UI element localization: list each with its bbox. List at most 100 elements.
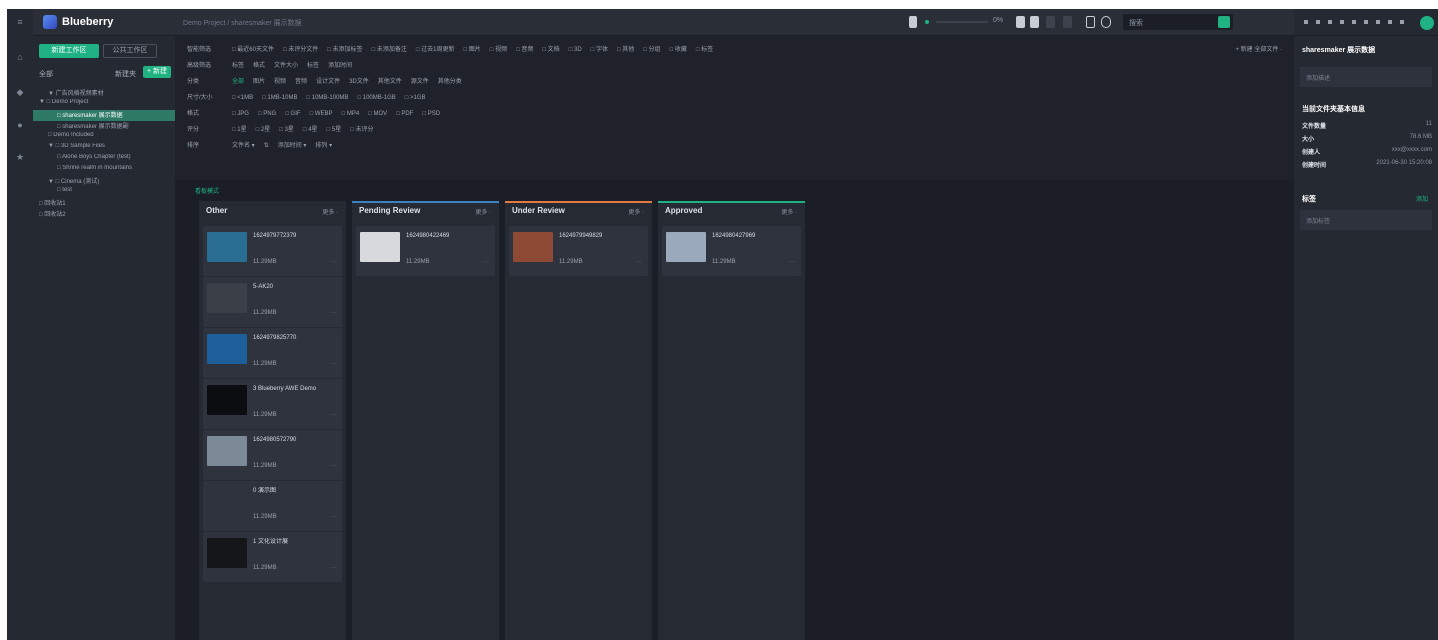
asset-card[interactable]: 5-AK20 11.29MB ··· — [203, 277, 342, 327]
filter-chip[interactable]: □ 未评分 — [350, 124, 373, 133]
asset-card[interactable]: 1624980427969 11.29MB ··· — [662, 226, 801, 276]
search-icon[interactable] — [1218, 16, 1230, 28]
menu-icon[interactable]: ≡ — [7, 17, 33, 27]
more-icon[interactable]: ··· — [636, 259, 642, 265]
more-icon[interactable]: ··· — [330, 514, 336, 520]
filter-chip[interactable]: □ 分组 — [643, 44, 660, 53]
filter-chip[interactable]: □ JPG — [232, 111, 249, 117]
filter-chip[interactable]: □ 5星 — [327, 124, 342, 133]
folder-tree-item[interactable]: □ Shrine realm in mountains — [33, 165, 175, 176]
filter-chip[interactable]: □ 过去1周更新 — [416, 44, 455, 53]
filter-chip[interactable]: □ 视频 — [490, 44, 507, 53]
more-icon[interactable]: ··· — [330, 310, 336, 316]
filter-chip[interactable]: □ 3D — [569, 47, 582, 53]
filter-chip[interactable]: 标签 — [232, 60, 244, 69]
list-view-icon[interactable] — [1030, 16, 1039, 28]
view-options[interactable]: + 新建 全部文件 · — [1235, 44, 1282, 53]
filter-chip[interactable]: □ 音频 — [516, 44, 533, 53]
filter-chip[interactable]: □ 未添加标签 — [327, 44, 362, 53]
tag-input[interactable]: 添加标签 — [1300, 210, 1432, 230]
filter-chip[interactable]: □ <1MB — [232, 95, 253, 101]
public-workspace-button[interactable]: 公共工作区 — [103, 44, 157, 58]
grid-view-icon[interactable] — [1016, 16, 1025, 28]
column-more-button[interactable]: 更多 · — [475, 207, 491, 216]
filter-chip[interactable]: □ 未评分文件 — [283, 44, 318, 53]
filter-chip[interactable]: 格式 — [253, 60, 265, 69]
user-icon[interactable]: ● — [7, 120, 33, 130]
folder-tree-item[interactable]: ▼ 广告风格视频素材 — [33, 88, 175, 99]
folder-tree-item[interactable]: ▼ □ Demo Project — [33, 99, 175, 110]
filter-chip[interactable]: 3D文件 — [349, 76, 369, 85]
more-icon[interactable]: ··· — [789, 259, 795, 265]
filter-chip[interactable]: □ PSD — [422, 111, 440, 117]
column-more-button[interactable]: 更多 · — [781, 207, 797, 216]
filter-chip[interactable]: 排列 ▾ — [315, 140, 332, 149]
filter-chip[interactable]: 文件大小 — [274, 60, 298, 69]
asset-card[interactable]: 3 Blueberry AWE Demo 11.29MB ··· — [203, 379, 342, 429]
filter-chip[interactable]: □ 标签 — [696, 44, 713, 53]
filter-chip[interactable]: ⇅ — [264, 142, 269, 149]
column-more-button[interactable]: 更多 · — [628, 207, 644, 216]
filter-chip[interactable]: □ 3星 — [279, 124, 294, 133]
asset-card[interactable]: 1 文化设计展 11.29MB ··· — [203, 532, 342, 582]
column-more-button[interactable]: 更多 · — [322, 207, 338, 216]
filter-chip[interactable]: 源文件 — [411, 76, 429, 85]
folder-tree-item[interactable]: □ sharesmaker 展示数据副 — [33, 121, 175, 132]
folder-tree-item[interactable]: □ Alone Boys Chapter (test) — [33, 154, 175, 165]
asset-card[interactable]: 1624979772379 11.29MB ··· — [203, 226, 342, 276]
more-icon[interactable]: ··· — [330, 259, 336, 265]
folder-tree-item[interactable]: ▼ □ Cinema (测试) — [33, 176, 175, 187]
filter-chip[interactable]: □ PNG — [258, 111, 276, 117]
filter-chip[interactable]: 视频 — [274, 76, 286, 85]
filter-icon[interactable] — [1063, 16, 1072, 28]
filter-chip[interactable]: □ 字体 — [591, 44, 608, 53]
filter-chip[interactable]: □ 1星 — [232, 124, 247, 133]
filter-chip[interactable]: 其他文件 — [378, 76, 402, 85]
filter-chip[interactable]: 图片 — [253, 76, 265, 85]
filter-chip[interactable]: 音频 — [295, 76, 307, 85]
asset-card[interactable]: 1624979949829 11.29MB ··· — [509, 226, 648, 276]
bell-icon[interactable]: ◆ — [7, 87, 33, 98]
more-icon[interactable]: ··· — [330, 463, 336, 469]
folder-tree-item[interactable]: □ 回收站1 — [33, 198, 175, 209]
breadcrumb[interactable]: Demo Project / sharesmaker 展示数据 — [183, 18, 302, 28]
filter-chip[interactable]: □ 10MB-100MB — [306, 95, 348, 101]
filter-chip[interactable]: □ 图片 — [464, 44, 481, 53]
more-icon[interactable]: ··· — [330, 412, 336, 418]
more-icon[interactable]: ··· — [330, 565, 336, 571]
document-icon[interactable] — [909, 16, 917, 28]
filter-chip[interactable]: □ 文档 — [542, 44, 559, 53]
folder-tree-item[interactable]: □ Demo Included — [33, 132, 175, 143]
layout-icon[interactable] — [1086, 16, 1095, 28]
zoom-slider[interactable] — [936, 21, 988, 23]
asset-card[interactable]: 1624979825770 11.29MB ··· — [203, 328, 342, 378]
clock-icon[interactable] — [1101, 16, 1111, 28]
star-icon[interactable]: ★ — [7, 152, 33, 163]
search-input[interactable]: 搜索 — [1123, 14, 1233, 30]
filter-chip[interactable]: □ >1GB — [405, 95, 426, 101]
filter-chip[interactable]: 标签 — [307, 60, 319, 69]
new-tag-button[interactable]: + 新建 — [143, 66, 171, 78]
asset-card[interactable]: 1624980572790 11.29MB ··· — [203, 430, 342, 480]
filter-chip[interactable]: 全部 — [232, 76, 244, 85]
filter-chip[interactable]: 添加时间 — [328, 60, 352, 69]
add-folder-button[interactable]: 新建夹 — [115, 69, 136, 79]
filter-chip[interactable]: 添加时间 ▾ — [278, 140, 307, 149]
filter-chip[interactable]: □ PDF — [396, 111, 413, 117]
more-icon[interactable]: ··· — [330, 361, 336, 367]
home-icon[interactable]: ⌂ — [7, 52, 33, 62]
description-field[interactable]: 添加描述 — [1300, 67, 1432, 87]
folder-tree-item[interactable]: □ 回收站2 — [33, 209, 175, 220]
filter-chip[interactable]: □ 其他 — [617, 44, 634, 53]
filter-chip[interactable]: □ GIF — [285, 111, 300, 117]
filter-chip[interactable]: 文件名 ▾ — [232, 140, 255, 149]
column-header[interactable]: Approved 更多 · — [658, 203, 805, 220]
filter-chip[interactable]: □ 最近60天文件 — [232, 44, 274, 53]
filter-chip[interactable]: □ MP4 — [342, 111, 360, 117]
filter-chip[interactable]: 其他分类 — [438, 76, 462, 85]
filter-chip[interactable]: □ 未添加备注 — [372, 44, 407, 53]
column-header[interactable]: Under Review 更多 · — [505, 203, 652, 220]
filter-chip[interactable]: □ 2星 — [256, 124, 271, 133]
filter-chip[interactable]: □ 收藏 — [670, 44, 687, 53]
filter-chip[interactable]: □ 4星 — [303, 124, 318, 133]
